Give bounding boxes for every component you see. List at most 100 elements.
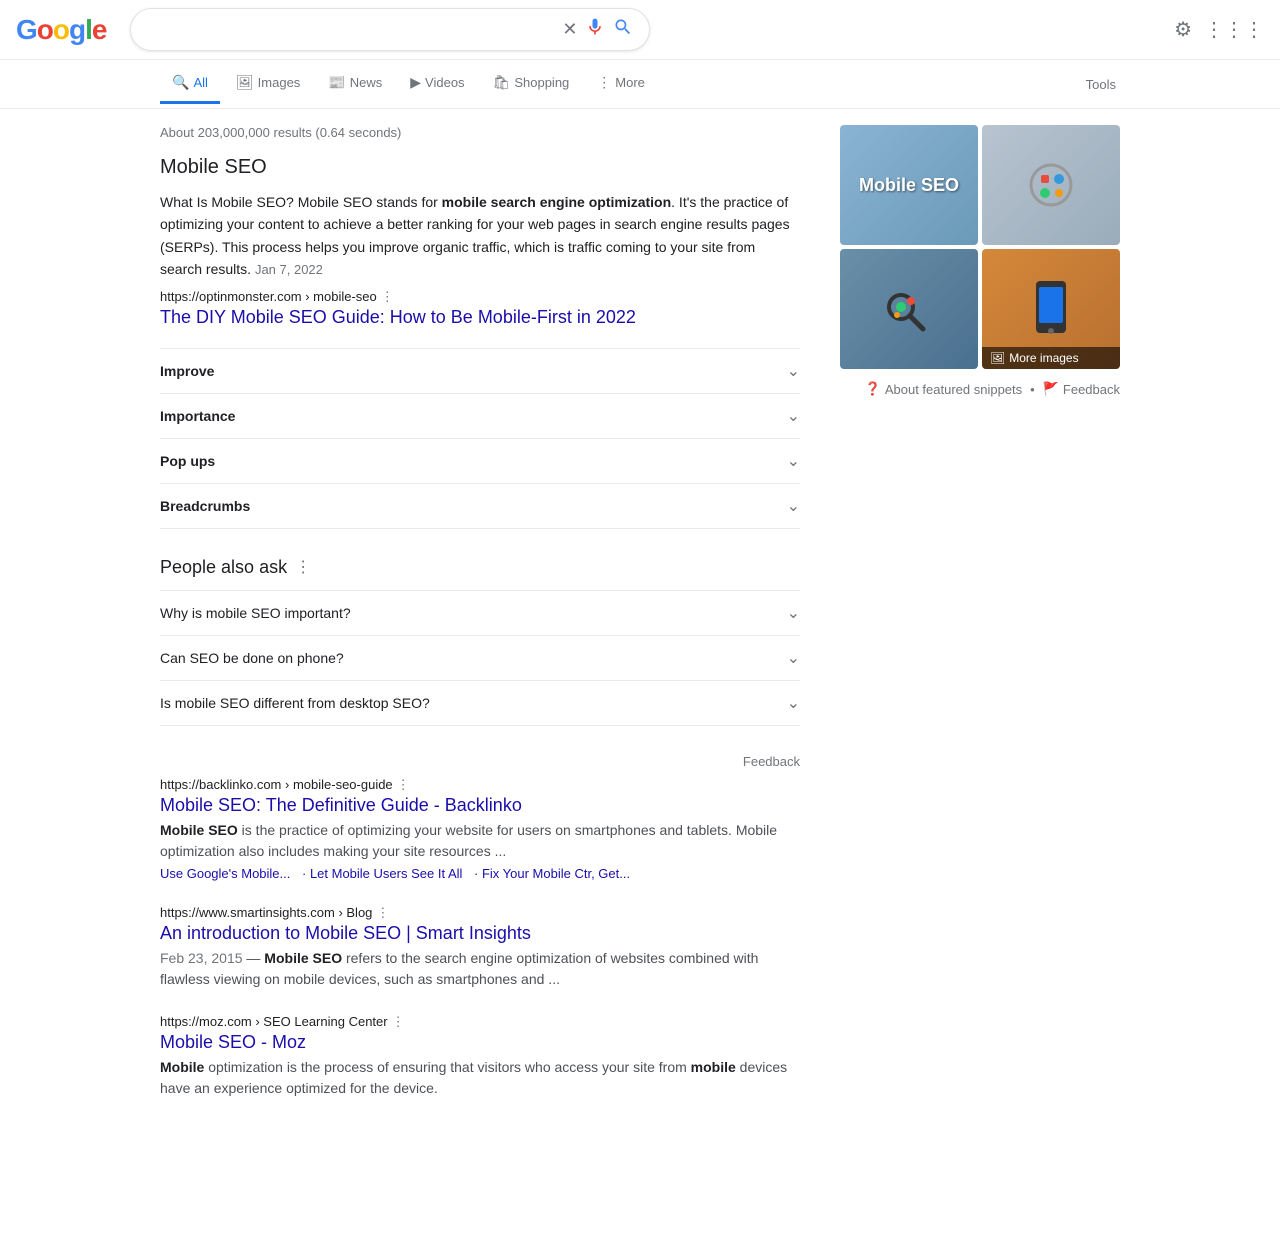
logo-letter-o2: o — [53, 14, 69, 45]
sidebar-image-3-icon — [879, 279, 939, 339]
sidebar-image-3[interactable] — [840, 249, 978, 369]
sidebar-image-4[interactable]: 🖼 More images — [982, 249, 1120, 369]
featured-text-before: What Is Mobile SEO? Mobile SEO stands fo… — [160, 194, 442, 210]
featured-source: https://optinmonster.com › mobile-seo ⋮ — [160, 289, 800, 305]
tab-videos-label: Videos — [425, 75, 465, 90]
images-icon-small: 🖼 — [990, 351, 1005, 365]
search-bar: mobile seo ✕ — [130, 8, 650, 51]
results-count: About 203,000,000 results (0.64 seconds) — [160, 125, 800, 140]
results-column: About 203,000,000 results (0.64 seconds)… — [160, 125, 800, 1123]
mic-icon[interactable] — [585, 17, 605, 42]
shopping-icon: 🛍 — [493, 74, 511, 91]
sidebar-image-2[interactable] — [982, 125, 1120, 245]
logo-letter-e: e — [92, 14, 107, 45]
result-1-snippet: Mobile SEO is the practice of optimizing… — [160, 820, 800, 862]
nav-tabs: 🔍 All 🖼 Images 📰 News ▶ Videos 🛍 Shoppin… — [0, 60, 1280, 109]
apps-icon[interactable]: ⋮⋮⋮ — [1204, 17, 1264, 42]
sidebar-feedback-label: Feedback — [1063, 382, 1120, 397]
featured-snippet-text: What Is Mobile SEO? Mobile SEO stands fo… — [160, 191, 800, 281]
sidebar-feedback-link[interactable]: 🚩 Feedback — [1043, 381, 1120, 397]
paa-question-3-text: Is mobile SEO different from desktop SEO… — [160, 695, 430, 711]
search-input[interactable]: mobile seo — [147, 21, 554, 39]
tab-news[interactable]: 📰 News — [316, 64, 394, 104]
result-2-url-text: https://www.smartinsights.com › Blog — [160, 905, 372, 920]
sidebar-images-grid: Mobile SEO — [840, 125, 1120, 369]
people-also-ask: People also ask ⋮ Why is mobile SEO impo… — [160, 557, 800, 726]
result-1-link-3[interactable]: Fix Your Mobile Ctr, Get... — [482, 866, 630, 881]
tab-images[interactable]: 🖼 Images — [224, 64, 312, 104]
sidebar-image-1[interactable]: Mobile SEO — [840, 125, 978, 245]
featured-url: https://optinmonster.com › mobile-seo — [160, 289, 377, 304]
dot-separator: • — [1030, 382, 1035, 397]
about-snippets-link[interactable]: ❓ About featured snippets — [865, 381, 1023, 397]
chevron-down-icon: ⌄ — [787, 693, 800, 713]
clear-icon[interactable]: ✕ — [562, 19, 577, 40]
header-actions: ⚙ ⋮⋮⋮ — [1174, 17, 1264, 42]
accordion-breadcrumbs[interactable]: Breadcrumbs ⌄ — [160, 483, 800, 529]
result-1-link-1[interactable]: Use Google's Mobile... — [160, 866, 290, 881]
featured-options-icon[interactable]: ⋮ — [381, 289, 394, 305]
featured-date: Jan 7, 2022 — [255, 262, 323, 277]
result-1-options-icon[interactable]: ⋮ — [397, 777, 410, 793]
featured-link[interactable]: The DIY Mobile SEO Guide: How to Be Mobi… — [160, 307, 800, 328]
accordion-popups[interactable]: Pop ups ⌄ — [160, 438, 800, 483]
logo-letter-l: l — [85, 14, 92, 45]
result-3-title[interactable]: Mobile SEO - Moz — [160, 1032, 800, 1053]
result-1-url-text: https://backlinko.com › mobile-seo-guide — [160, 777, 393, 792]
sidebar-image-1-text: Mobile SEO — [859, 175, 959, 196]
tab-all[interactable]: 🔍 All — [160, 64, 220, 104]
result-1-links: Use Google's Mobile... · Let Mobile User… — [160, 866, 800, 881]
result-1-snippet-text: is the practice of optimizing your websi… — [160, 822, 777, 859]
more-images-label: More images — [1009, 351, 1078, 365]
tab-videos[interactable]: ▶ Videos — [398, 64, 476, 104]
paa-options-icon[interactable]: ⋮ — [295, 557, 311, 577]
paa-question-2[interactable]: Can SEO be done on phone? ⌄ — [160, 635, 800, 680]
search-result-2: https://www.smartinsights.com › Blog ⋮ A… — [160, 905, 800, 990]
sidebar-image-4-icon — [1031, 279, 1071, 339]
videos-icon: ▶ — [410, 74, 421, 91]
news-icon: 📰 — [328, 74, 345, 91]
result-1-link-2[interactable]: Let Mobile Users See It All — [310, 866, 462, 881]
paa-question-3[interactable]: Is mobile SEO different from desktop SEO… — [160, 680, 800, 726]
question-icon: ❓ — [865, 381, 881, 397]
paa-question-1[interactable]: Why is mobile SEO important? ⌄ — [160, 590, 800, 635]
result-3-options-icon[interactable]: ⋮ — [392, 1014, 405, 1030]
more-images-button[interactable]: 🖼 More images — [982, 347, 1120, 369]
feedback-icon: 🚩 — [1043, 381, 1059, 397]
tab-shopping[interactable]: 🛍 Shopping — [481, 64, 582, 104]
featured-text-bold: mobile search engine optimization — [442, 194, 671, 210]
chevron-down-icon: ⌄ — [787, 496, 800, 516]
images-icon: 🖼 — [236, 74, 254, 91]
paa-title: People also ask — [160, 557, 287, 578]
featured-result-title[interactable]: The DIY Mobile SEO Guide: How to Be Mobi… — [160, 307, 800, 328]
logo-letter-o1: o — [37, 14, 53, 45]
tab-images-label: Images — [258, 75, 301, 90]
main-content: About 203,000,000 results (0.64 seconds)… — [0, 109, 1280, 1139]
accordion-improve[interactable]: Improve ⌄ — [160, 348, 800, 393]
chevron-down-icon: ⌄ — [787, 451, 800, 471]
result-3-url-text: https://moz.com › SEO Learning Center — [160, 1014, 388, 1029]
result-2-options-icon[interactable]: ⋮ — [376, 905, 389, 921]
settings-icon[interactable]: ⚙ — [1174, 17, 1192, 42]
result-2-url: https://www.smartinsights.com › Blog ⋮ — [160, 905, 800, 921]
accordion-breadcrumbs-label: Breadcrumbs — [160, 498, 250, 514]
paa-question-1-text: Why is mobile SEO important? — [160, 605, 351, 621]
tab-more[interactable]: ⋮ More — [585, 64, 657, 104]
feedback-row[interactable]: Feedback — [160, 746, 800, 777]
sidebar-image-2-icon — [1021, 155, 1081, 215]
result-1-title[interactable]: Mobile SEO: The Definitive Guide - Backl… — [160, 795, 800, 816]
accordion-importance[interactable]: Importance ⌄ — [160, 393, 800, 438]
search-result-3: https://moz.com › SEO Learning Center ⋮ … — [160, 1014, 800, 1099]
search-submit-icon[interactable] — [613, 17, 633, 42]
result-3-snippet-bold2: mobile — [691, 1059, 736, 1075]
about-featured-snippets-row: ❓ About featured snippets • 🚩 Feedback — [840, 381, 1120, 397]
chevron-down-icon: ⌄ — [787, 361, 800, 381]
logo-letter-g: G — [16, 14, 37, 45]
more-icon: ⋮ — [597, 74, 611, 91]
accordion-improve-label: Improve — [160, 363, 214, 379]
tools-tab[interactable]: Tools — [1082, 67, 1120, 102]
result-3-snippet: Mobile optimization is the process of en… — [160, 1057, 800, 1099]
result-1-snippet-bold: Mobile SEO — [160, 822, 238, 838]
all-icon: 🔍 — [172, 74, 189, 91]
result-2-title[interactable]: An introduction to Mobile SEO | Smart In… — [160, 923, 800, 944]
